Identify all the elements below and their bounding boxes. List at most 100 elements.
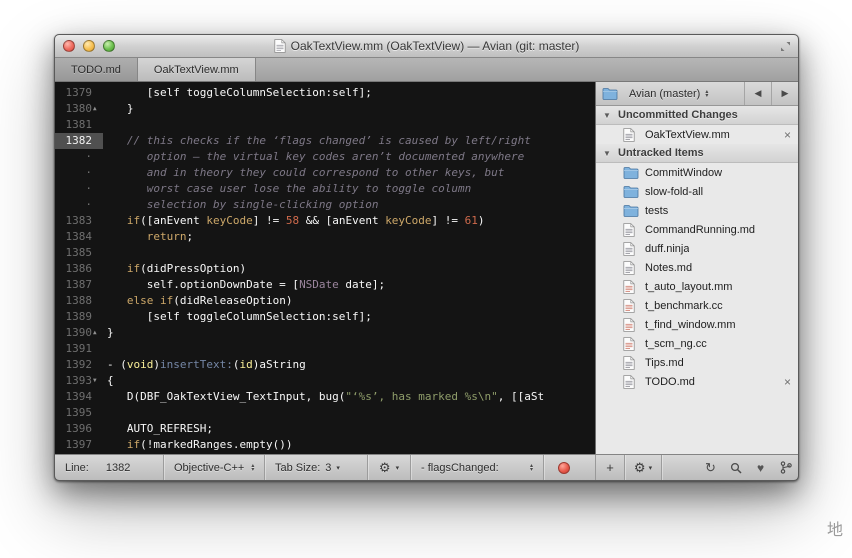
- gutter-cell[interactable]: 1390 ▲: [55, 325, 103, 341]
- code-line[interactable]: if([anEvent keyCode] != 58 && [anEvent k…: [103, 213, 595, 229]
- code-line[interactable]: {: [103, 373, 595, 389]
- tab-size-selector[interactable]: Tab Size: 3 ▾: [265, 455, 367, 480]
- code-line[interactable]: selection by single-clicking option: [103, 197, 595, 213]
- tab-oaktextview-mm[interactable]: OakTextView.mm: [137, 58, 256, 81]
- gutter-cell[interactable]: 1385: [55, 245, 103, 261]
- code-line[interactable]: return;: [103, 229, 595, 245]
- section-uncommitted-changes[interactable]: ▼ Uncommitted Changes: [596, 106, 798, 125]
- gutter-cell[interactable]: ·: [55, 197, 103, 213]
- gutter-cell[interactable]: 1389: [55, 309, 103, 325]
- disclosure-triangle-icon[interactable]: ▼: [603, 149, 618, 158]
- actions-gear-button[interactable]: ⚙ ▾: [625, 455, 661, 480]
- file-item-t-auto-layout-mm[interactable]: t_auto_layout.mm: [596, 277, 798, 296]
- line-label: Line:: [65, 461, 89, 474]
- gutter-cell[interactable]: 1381: [55, 117, 103, 133]
- window-title-area: OakTextView.mm (OakTextView) — Avian (gi…: [274, 39, 580, 53]
- code-line[interactable]: [self toggleColumnSelection:self];: [103, 85, 595, 101]
- gutter-cell[interactable]: 1386: [55, 261, 103, 277]
- code-line[interactable]: worst case user lose the ability to togg…: [103, 181, 595, 197]
- forward-button[interactable]: ▶: [771, 82, 798, 105]
- macro-record-button[interactable]: [558, 461, 570, 474]
- disclosure-triangle-icon[interactable]: ▼: [603, 111, 618, 120]
- popup-stepper-icon: ▴ ▾: [529, 462, 533, 473]
- code-line[interactable]: [103, 117, 595, 133]
- code-line[interactable]: self.optionDownDate = [NSDate date];: [103, 277, 595, 293]
- code-line[interactable]: [103, 341, 595, 357]
- fold-up-icon[interactable]: ▲: [92, 101, 103, 117]
- file-item-duff-ninja[interactable]: duff.ninja: [596, 239, 798, 258]
- file-item-t-benchmark-cc[interactable]: t_benchmark.cc: [596, 296, 798, 315]
- file-item-slow-fold-all[interactable]: slow-fold-all: [596, 182, 798, 201]
- gutter-cell[interactable]: 1392: [55, 357, 103, 373]
- refresh-button[interactable]: ↻: [698, 455, 723, 480]
- gutter-cell[interactable]: 1395: [55, 405, 103, 421]
- popup-stepper-icon[interactable]: ▴ ▾: [705, 89, 708, 99]
- gutter-cell[interactable]: 1387: [55, 277, 103, 293]
- code-row: · and in theory they could correspond to…: [55, 165, 595, 181]
- gutter-cell[interactable]: 1396: [55, 421, 103, 437]
- gutter-cell[interactable]: ·: [55, 165, 103, 181]
- close-file-icon[interactable]: ×: [784, 376, 791, 388]
- gutter-cell[interactable]: 1394: [55, 389, 103, 405]
- code-line[interactable]: D(DBF_OakTextView_TextInput, bug("‘%s’, …: [103, 389, 595, 405]
- gutter-cell[interactable]: 1388: [55, 293, 103, 309]
- file-item-t-scm-ng-cc[interactable]: t_scm_ng.cc: [596, 334, 798, 353]
- code-line[interactable]: [self toggleColumnSelection:self];: [103, 309, 595, 325]
- minimize-window-button[interactable]: [83, 40, 95, 52]
- tab-bar: TODO.md OakTextView.mm: [55, 58, 798, 82]
- scm-button[interactable]: [773, 455, 798, 480]
- back-button[interactable]: ◀: [744, 82, 771, 105]
- gutter-cell[interactable]: 1383: [55, 213, 103, 229]
- code-line[interactable]: }: [103, 101, 595, 117]
- file-item-todo-md[interactable]: TODO.md ×: [596, 372, 798, 391]
- bundle-actions-button[interactable]: ⚙ ▾: [368, 455, 410, 480]
- code-row: 1384 return;: [55, 229, 595, 245]
- search-button[interactable]: [723, 455, 748, 480]
- close-window-button[interactable]: [63, 40, 75, 52]
- gutter-cell[interactable]: 1384: [55, 229, 103, 245]
- file-item-notes-md[interactable]: Notes.md: [596, 258, 798, 277]
- code-line[interactable]: and in theory they could correspond to o…: [103, 165, 595, 181]
- zoom-window-button[interactable]: [103, 40, 115, 52]
- file-item-tips-md[interactable]: Tips.md: [596, 353, 798, 372]
- code-line[interactable]: option — the virtual key codes aren’t do…: [103, 149, 595, 165]
- gutter-cell[interactable]: ·: [55, 149, 103, 165]
- gutter-cell[interactable]: 1397: [55, 437, 103, 453]
- file-item-commitwindow[interactable]: CommitWindow: [596, 163, 798, 182]
- close-file-icon[interactable]: ×: [784, 129, 791, 141]
- gutter-cell[interactable]: 1380 ▲: [55, 101, 103, 117]
- language-selector[interactable]: Objective-C++ ▴ ▾: [164, 455, 264, 480]
- code-line[interactable]: }: [103, 325, 595, 341]
- favorites-button[interactable]: ♥: [748, 455, 773, 480]
- symbol-selector[interactable]: - flagsChanged: ▴ ▾: [411, 455, 543, 480]
- fold-down-icon[interactable]: ▼: [92, 373, 103, 389]
- line-indicator[interactable]: Line: 1382: [55, 455, 163, 480]
- file-item-commandrunning-md[interactable]: CommandRunning.md: [596, 220, 798, 239]
- code-line[interactable]: AUTO_REFRESH;: [103, 421, 595, 437]
- file-item-tests[interactable]: tests: [596, 201, 798, 220]
- section-untracked-items[interactable]: ▼ Untracked Items: [596, 144, 798, 163]
- code-line[interactable]: else if(didReleaseOption): [103, 293, 595, 309]
- fullscreen-icon[interactable]: [780, 41, 791, 52]
- file-item-t-find-window-mm[interactable]: t_find_window.mm: [596, 315, 798, 334]
- project-selector-label[interactable]: Avian (master): [629, 88, 700, 100]
- gutter-cell[interactable]: 1382: [55, 133, 103, 149]
- code-line[interactable]: [103, 405, 595, 421]
- document-proxy-icon[interactable]: [274, 39, 286, 53]
- code-editor[interactable]: 1379 [self toggleColumnSelection:self]; 1…: [55, 82, 595, 454]
- code-line[interactable]: - (void)insertText:(id)aString: [103, 357, 595, 373]
- window-title: OakTextView.mm (OakTextView) — Avian (gi…: [290, 39, 580, 53]
- gutter-cell[interactable]: ·: [55, 181, 103, 197]
- code-line[interactable]: // this checks if the ‘flags changed’ is…: [103, 133, 595, 149]
- new-file-button[interactable]: +: [596, 455, 624, 480]
- tab-todo-md[interactable]: TODO.md: [55, 58, 138, 81]
- file-item-oaktextview-mm[interactable]: OakTextView.mm ×: [596, 125, 798, 144]
- code-line[interactable]: if(didPressOption): [103, 261, 595, 277]
- gutter-cell[interactable]: 1379: [55, 85, 103, 101]
- fold-up-icon[interactable]: ▲: [92, 325, 103, 341]
- code-line[interactable]: [103, 245, 595, 261]
- gutter-cell[interactable]: 1393 ▼: [55, 373, 103, 389]
- title-bar[interactable]: OakTextView.mm (OakTextView) — Avian (gi…: [55, 35, 798, 58]
- code-line[interactable]: if(!markedRanges.empty()): [103, 437, 595, 453]
- gutter-cell[interactable]: 1391: [55, 341, 103, 357]
